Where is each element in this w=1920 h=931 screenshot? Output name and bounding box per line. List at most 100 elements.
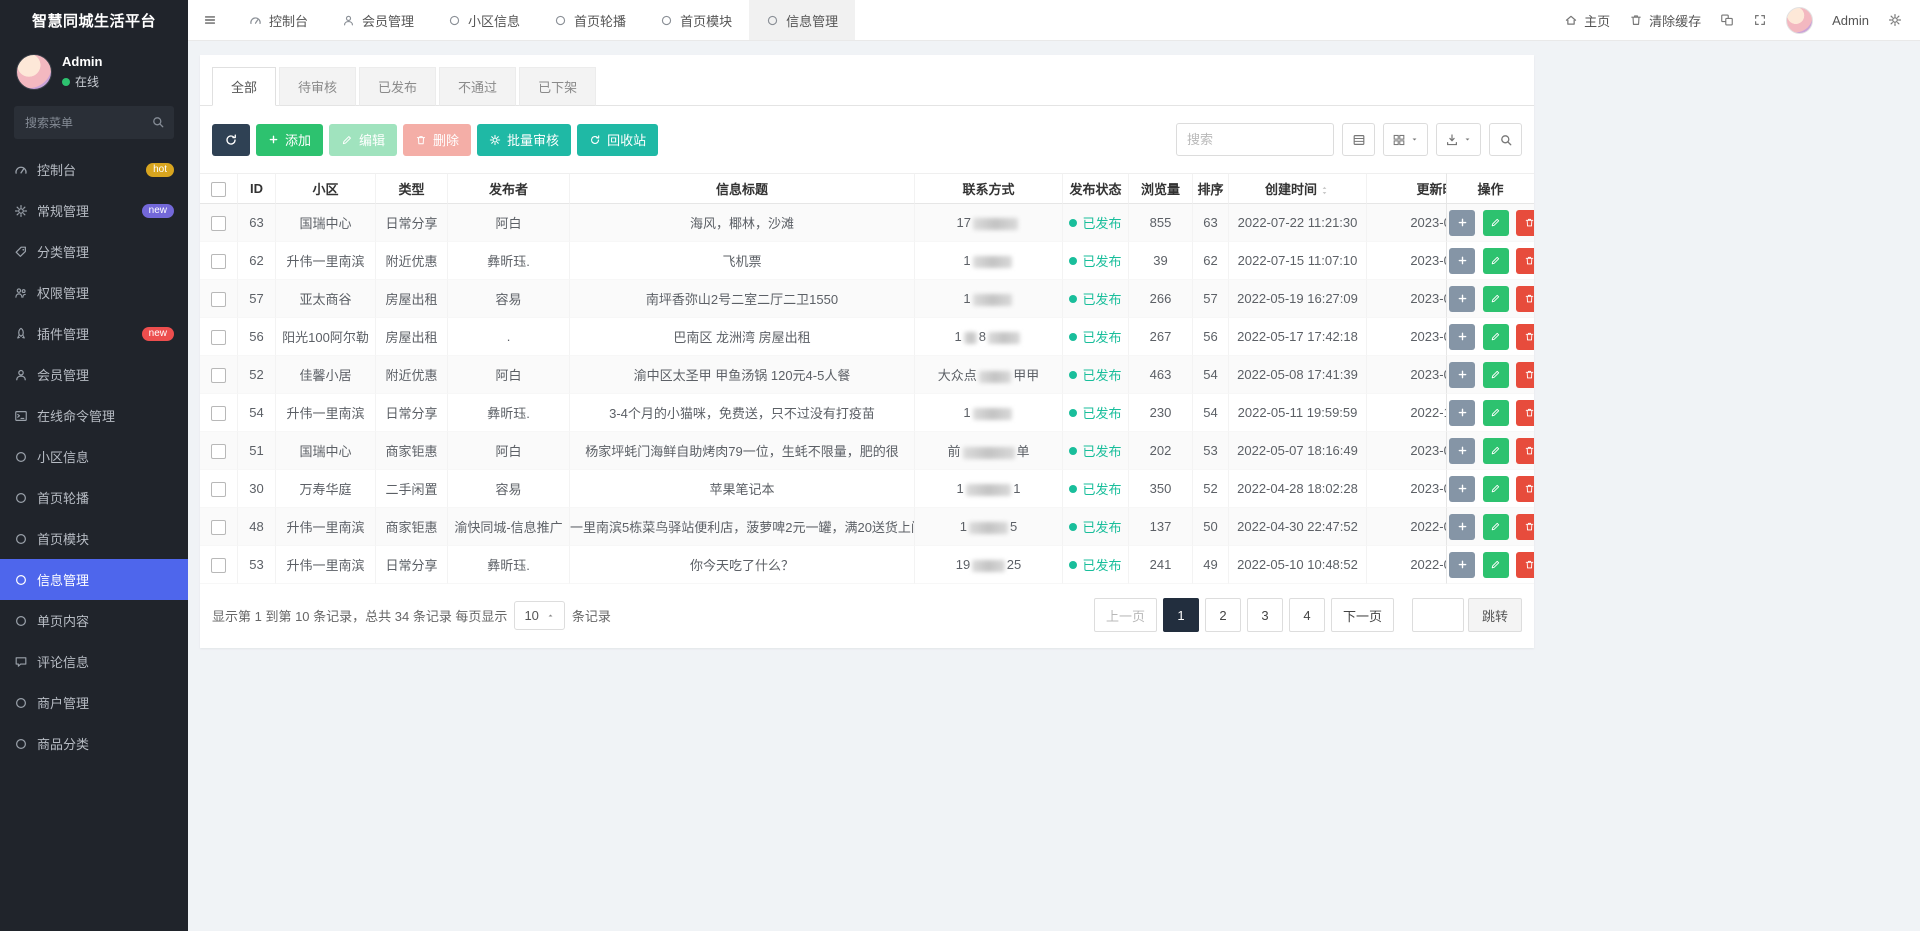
page-button-4[interactable]: 4: [1289, 598, 1325, 632]
row-more-button[interactable]: [1449, 400, 1475, 426]
sidebar-item-11[interactable]: 信息管理: [0, 559, 188, 600]
row-checkbox[interactable]: [211, 482, 226, 497]
topbar-avatar[interactable]: [1786, 7, 1813, 34]
user-avatar[interactable]: [16, 54, 52, 90]
row-delete-button[interactable]: [1516, 476, 1534, 502]
top-tab-6[interactable]: 信息管理: [749, 0, 855, 40]
next-page-button[interactable]: 下一页: [1331, 598, 1394, 632]
select-all-checkbox[interactable]: [211, 182, 226, 197]
row-delete-button[interactable]: [1516, 552, 1534, 578]
row-delete-button[interactable]: [1516, 210, 1534, 236]
column-header-10[interactable]: 创建时间: [1229, 173, 1367, 204]
row-more-button[interactable]: [1449, 248, 1475, 274]
row-edit-button[interactable]: [1483, 514, 1509, 540]
home-link[interactable]: 主页: [1564, 11, 1610, 30]
row-delete-button[interactable]: [1516, 362, 1534, 388]
row-more-button[interactable]: [1449, 552, 1475, 578]
row-edit-button[interactable]: [1483, 210, 1509, 236]
row-edit-button[interactable]: [1483, 362, 1509, 388]
row-checkbox[interactable]: [211, 330, 226, 345]
row-checkbox[interactable]: [211, 444, 226, 459]
sidebar-item-9[interactable]: 首页轮播: [0, 477, 188, 518]
status-tab-1[interactable]: 全部: [212, 67, 276, 106]
sidebar-item-15[interactable]: 商品分类: [0, 723, 188, 764]
row-edit-button[interactable]: [1483, 286, 1509, 312]
search-button[interactable]: [1489, 123, 1522, 156]
sidebar-item-12[interactable]: 单页内容: [0, 600, 188, 641]
row-more-button[interactable]: [1449, 514, 1475, 540]
top-tab-4[interactable]: 首页轮播: [537, 0, 643, 40]
export-button[interactable]: [1436, 123, 1481, 156]
row-more-button[interactable]: [1449, 286, 1475, 312]
delete-button[interactable]: 删除: [403, 124, 471, 156]
menu-search-input[interactable]: [14, 106, 174, 139]
row-checkbox[interactable]: [211, 406, 226, 421]
page-button-2[interactable]: 2: [1205, 598, 1241, 632]
row-checkbox[interactable]: [211, 558, 226, 573]
table-search-input[interactable]: [1176, 123, 1334, 156]
status-tab-4[interactable]: 不通过: [439, 67, 516, 106]
row-delete-button[interactable]: [1516, 286, 1534, 312]
sidebar-item-5[interactable]: 插件管理 new: [0, 313, 188, 354]
sidebar-item-8[interactable]: 小区信息: [0, 436, 188, 477]
row-edit-button[interactable]: [1483, 400, 1509, 426]
sidebar-item-10[interactable]: 首页模块: [0, 518, 188, 559]
edit-button[interactable]: 编辑: [329, 124, 397, 156]
row-more-button[interactable]: [1449, 210, 1475, 236]
settings-button[interactable]: [1888, 13, 1902, 27]
clear-cache-link[interactable]: 清除缓存: [1629, 11, 1701, 30]
row-checkbox[interactable]: [211, 216, 226, 231]
row-checkbox[interactable]: [211, 368, 226, 383]
batch-audit-button[interactable]: 批量审核: [477, 124, 571, 156]
row-edit-button[interactable]: [1483, 476, 1509, 502]
sidebar-toggle-button[interactable]: [188, 0, 232, 40]
row-delete-button[interactable]: [1516, 400, 1534, 426]
row-edit-button[interactable]: [1483, 552, 1509, 578]
recycle-bin-button[interactable]: 回收站: [577, 124, 658, 156]
row-checkbox[interactable]: [211, 520, 226, 535]
sidebar-item-2[interactable]: 常规管理 new: [0, 190, 188, 231]
sidebar-item-7[interactable]: 在线命令管理: [0, 395, 188, 436]
jump-button[interactable]: 跳转: [1468, 598, 1522, 632]
sidebar-item-14[interactable]: 商户管理: [0, 682, 188, 723]
prev-page-button[interactable]: 上一页: [1094, 598, 1157, 632]
row-edit-button[interactable]: [1483, 248, 1509, 274]
top-tab-2[interactable]: 会员管理: [325, 0, 431, 40]
add-button[interactable]: 添加: [256, 124, 323, 156]
row-delete-button[interactable]: [1516, 438, 1534, 464]
page-size-select[interactable]: 10: [514, 601, 564, 630]
fullscreen-button[interactable]: [1753, 13, 1767, 27]
row-delete-button[interactable]: [1516, 514, 1534, 540]
jump-page-input[interactable]: [1412, 598, 1464, 632]
top-tab-1[interactable]: 控制台: [232, 0, 325, 40]
row-edit-button[interactable]: [1483, 438, 1509, 464]
row-more-button[interactable]: [1449, 362, 1475, 388]
top-tab-3[interactable]: 小区信息: [431, 0, 537, 40]
sidebar-item-13[interactable]: 评论信息: [0, 641, 188, 682]
toggle-view-button[interactable]: [1342, 123, 1375, 156]
columns-button[interactable]: [1383, 123, 1428, 156]
page-button-1[interactable]: 1: [1163, 598, 1199, 632]
row-checkbox[interactable]: [211, 254, 226, 269]
cell-community: 升伟一里南滨: [276, 546, 376, 584]
sidebar-item-1[interactable]: 控制台 hot: [0, 149, 188, 190]
row-more-button[interactable]: [1449, 438, 1475, 464]
row-checkbox[interactable]: [211, 292, 226, 307]
row-more-button[interactable]: [1449, 324, 1475, 350]
refresh-button[interactable]: [212, 124, 250, 156]
page-button-3[interactable]: 3: [1247, 598, 1283, 632]
table-scroll[interactable]: ID小区类型发布者信息标题联系方式发布状态浏览量排序创建时间更新时间操作 63 …: [200, 173, 1534, 584]
sidebar-item-3[interactable]: 分类管理: [0, 231, 188, 272]
topbar-username[interactable]: Admin: [1832, 13, 1869, 28]
row-more-button[interactable]: [1449, 476, 1475, 502]
language-button[interactable]: [1720, 13, 1734, 27]
status-tab-3[interactable]: 已发布: [359, 67, 436, 106]
top-tab-5[interactable]: 首页模块: [643, 0, 749, 40]
row-delete-button[interactable]: [1516, 248, 1534, 274]
status-tab-2[interactable]: 待审核: [279, 67, 356, 106]
row-edit-button[interactable]: [1483, 324, 1509, 350]
row-delete-button[interactable]: [1516, 324, 1534, 350]
sidebar-item-6[interactable]: 会员管理: [0, 354, 188, 395]
sidebar-item-4[interactable]: 权限管理: [0, 272, 188, 313]
status-tab-5[interactable]: 已下架: [519, 67, 596, 106]
